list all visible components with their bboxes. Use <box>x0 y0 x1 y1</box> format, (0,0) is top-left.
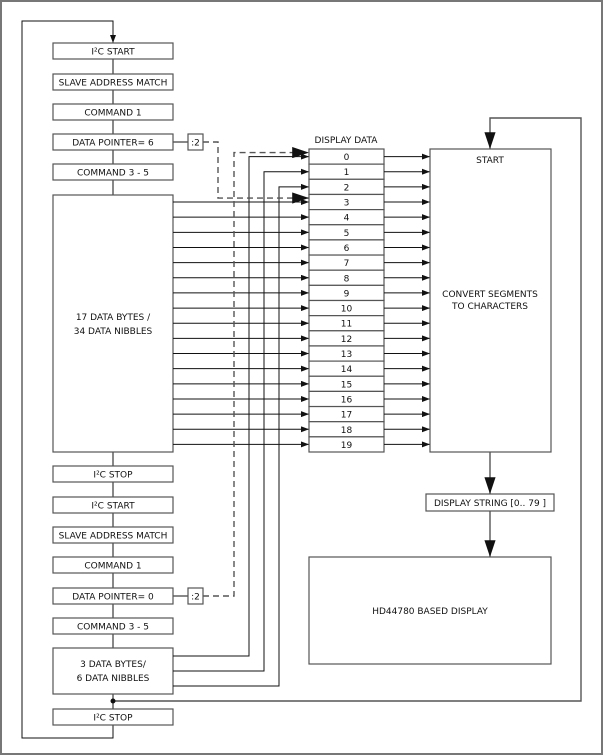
junction-dot <box>110 698 116 704</box>
display-data-index: 10 <box>341 305 353 315</box>
convert-start-label: START <box>476 156 504 166</box>
divider-label: :2 <box>191 139 200 149</box>
step-box-label: I²C START <box>91 48 135 58</box>
i2c-stop-box-label: I²C STOP <box>93 714 133 724</box>
display-data-index: 17 <box>341 411 352 421</box>
display-data-index: 19 <box>341 441 353 451</box>
display-data-index: 9 <box>344 289 350 299</box>
display-data-index: 0 <box>344 153 350 163</box>
display-data-index: 13 <box>341 350 352 360</box>
display-string-label: DISPLAY STRING [0.. 79 ] <box>434 499 546 509</box>
display-data-index: 11 <box>341 320 352 330</box>
display-data-index: 15 <box>341 380 352 390</box>
data-block-17-bytes <box>52 194 174 453</box>
data-nibble-arrow <box>173 183 309 687</box>
display-data-index: 18 <box>341 426 353 436</box>
display-data-index: 3 <box>344 199 350 209</box>
pointer-6-dashed-arrow <box>203 141 309 204</box>
display-data-index: 12 <box>341 335 352 345</box>
convert-label-2: TO CHARACTERS <box>451 302 528 312</box>
data-nibble-arrow <box>173 153 309 657</box>
step-box-label: SLAVE ADDRESS MATCH <box>59 79 168 89</box>
display-data-index: 16 <box>341 395 353 405</box>
display-data-index: 5 <box>344 229 350 239</box>
display-data-index: 1 <box>344 168 350 178</box>
display-data-index: 14 <box>341 365 353 375</box>
display-data-index: 2 <box>344 183 350 193</box>
convert-label-1: CONVERT SEGMENTS <box>442 290 538 300</box>
step-box-label: COMMAND 3 - 5 <box>77 623 149 633</box>
step-box-label: DATA POINTER= 0 <box>72 593 154 603</box>
flow-diagram: I²C START SLAVE ADDRESS MATCH COMMAND 1 DAT… <box>0 0 603 755</box>
display-data-title: DISPLAY DATA <box>315 136 379 146</box>
data-block-3-bytes <box>52 647 174 695</box>
step-box-label: I²C START <box>91 502 135 512</box>
step-box-label: COMMAND 1 <box>84 109 141 119</box>
display-data-index: 7 <box>344 259 350 269</box>
step-box-label: COMMAND 1 <box>84 562 141 572</box>
display-data-index: 4 <box>344 214 350 224</box>
data-block-17-bytes-label: 34 DATA NIBBLES <box>74 327 153 337</box>
data-block-17-bytes-label: 17 DATA BYTES / <box>76 313 151 323</box>
divider-label: :2 <box>191 593 200 603</box>
display-data-index: 6 <box>344 244 350 254</box>
i2c-stop-box-label: I²C STOP <box>93 471 133 481</box>
data-block-3-bytes-label: 6 DATA NIBBLES <box>77 674 150 684</box>
display-data-index: 8 <box>344 274 350 284</box>
step-box-label: SLAVE ADDRESS MATCH <box>59 532 168 542</box>
hd44780-label: HD44780 BASED DISPLAY <box>372 607 488 617</box>
step-box-label: DATA POINTER= 6 <box>72 139 154 149</box>
pointer-0-dashed-arrow <box>203 146 309 597</box>
data-block-3-bytes-label: 3 DATA BYTES/ <box>80 660 147 670</box>
convert-box <box>429 148 552 453</box>
step-box-label: COMMAND 3 - 5 <box>77 169 149 179</box>
